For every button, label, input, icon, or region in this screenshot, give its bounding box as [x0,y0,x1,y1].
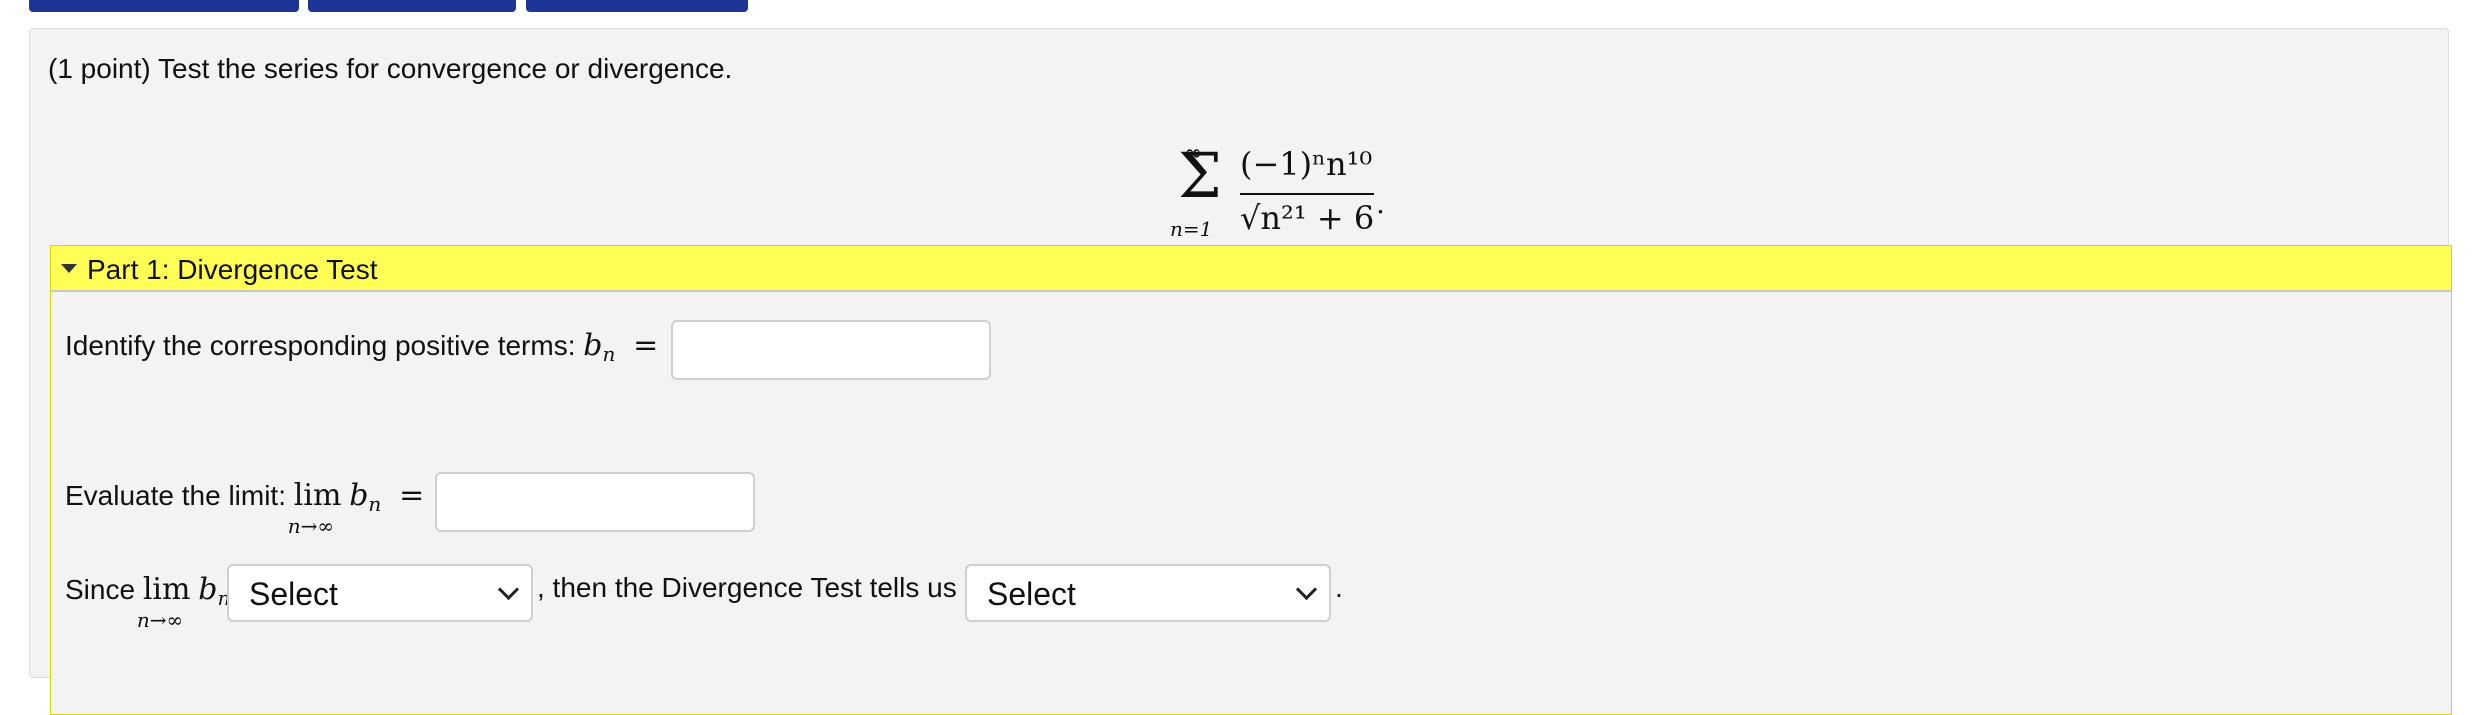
row-evaluate-limit: Evaluate the limit: lim n→∞ bn = [65,478,425,538]
row1-var: bn [583,328,616,366]
row3-limit: lim n→∞ [136,572,191,632]
row2-var: bn [349,478,382,516]
part1-title: Part 1: Divergence Test [87,254,378,285]
bn-input[interactable] [671,320,991,380]
row2-limit: lim n→∞ [287,478,342,538]
top-button-3[interactable] [526,0,748,12]
limit-status-select[interactable]: Select [227,564,533,622]
row3-mid: , then the Divergence Test tells us [537,572,957,603]
top-button-bar [0,0,2472,14]
collapse-triangle-icon[interactable] [61,264,77,273]
series-period: . [1376,187,1385,220]
part1-header[interactable]: Part 1: Divergence Test [51,246,2451,292]
limit-input[interactable] [435,472,755,532]
sigma-symbol: Σ [1178,139,1222,212]
chevron-down-icon [497,578,520,601]
row2-label: Evaluate the limit: [65,480,286,511]
row3-since: Since [65,574,136,605]
select1-value: Select [249,576,338,612]
problem-intro: (1 point) Test the series for convergenc… [48,53,733,84]
row3-var: bn [198,572,231,610]
part1-section: Part 1: Divergence Test Identify the cor… [50,245,2452,715]
series-formula: ∞ Σ n=1 (−1)ⁿn¹⁰ √n²¹ + 6 . [1150,117,1390,247]
series-denominator: √n²¹ + 6 [1240,199,1375,237]
divergence-result-select[interactable]: Select [965,564,1331,622]
problem-panel: (1 point) Test the series for convergenc… [29,28,2452,715]
row-positive-terms: Identify the corresponding positive term… [65,328,658,366]
row1-label: Identify the corresponding positive term… [65,330,576,361]
top-button-2[interactable] [308,0,516,12]
top-button-1[interactable] [29,0,299,12]
sum-lower-limit: n=1 [1170,217,1213,241]
row3-end: . [1335,572,1343,603]
chevron-down-icon [1295,578,1318,601]
series-numerator: (−1)ⁿn¹⁰ [1240,145,1373,183]
row2-equals: = [399,478,425,513]
fraction-bar [1240,193,1374,195]
row1-equals: = [633,328,659,363]
select2-value: Select [987,576,1076,612]
